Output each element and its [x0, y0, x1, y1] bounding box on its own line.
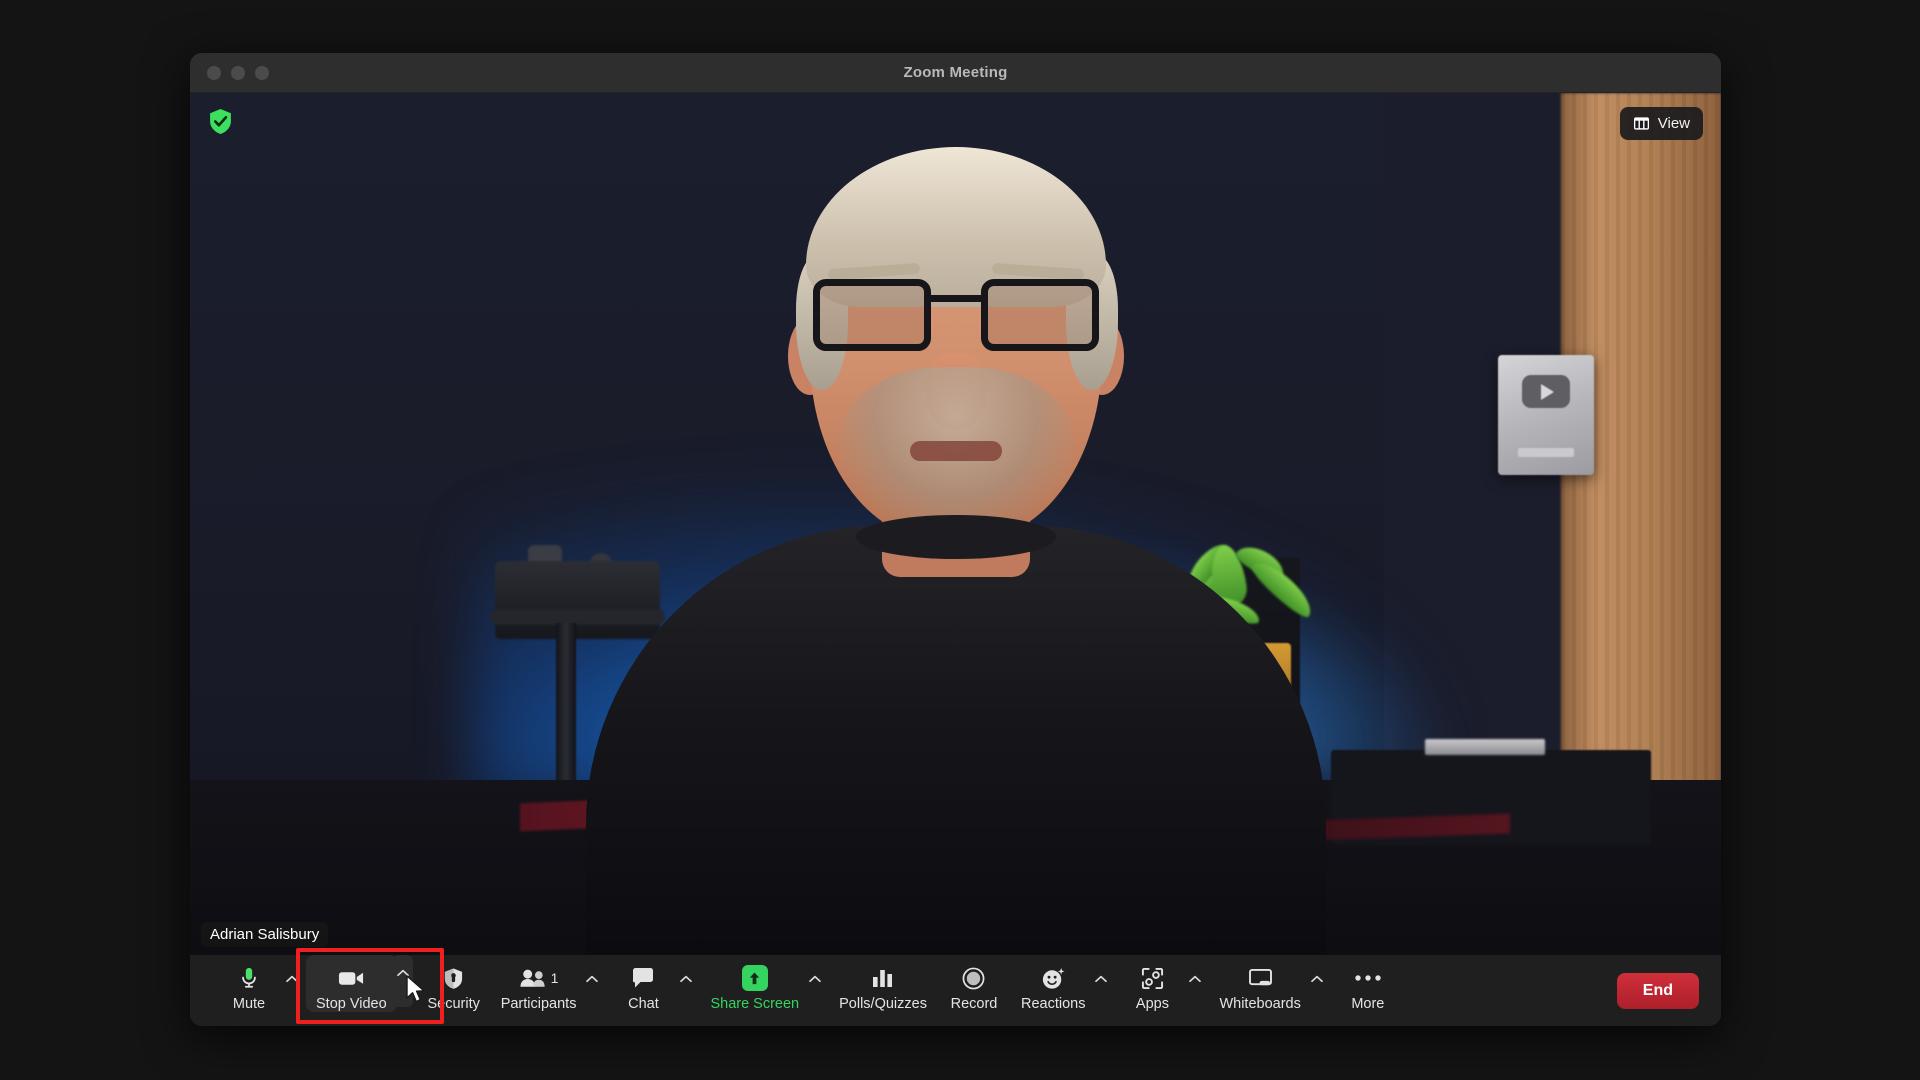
- whiteboard-icon: [1248, 963, 1273, 993]
- apps-icon: [1141, 963, 1164, 993]
- bar-chart-icon: [872, 963, 894, 993]
- toolbar-group-whiteboards: Whiteboards: [1209, 955, 1330, 1012]
- toolbar-group-chat: Chat: [606, 955, 700, 1012]
- participant-name-label: Adrian Salisbury: [201, 922, 328, 947]
- stop-video-button[interactable]: Stop Video: [306, 955, 397, 1012]
- zoom-meeting-window: Zoom Meeting: [190, 53, 1721, 1026]
- mouth: [910, 441, 1002, 461]
- youtube-logo-icon: [1522, 375, 1570, 408]
- security-label: Security: [427, 996, 479, 1012]
- layout-grid-icon: [1633, 116, 1650, 131]
- apps-label: Apps: [1136, 996, 1169, 1012]
- shirt-collar: [856, 515, 1056, 559]
- glasses-bridge: [931, 295, 981, 302]
- chat-bubble-icon: [631, 963, 655, 993]
- lens-left: [813, 279, 931, 351]
- toolbar-group-mute: Mute: [212, 955, 306, 1012]
- mute-button[interactable]: Mute: [212, 955, 286, 1012]
- book-on-desk: [1425, 739, 1545, 755]
- more-label: More: [1351, 996, 1384, 1012]
- view-button[interactable]: View: [1620, 107, 1703, 140]
- participant-video-figure: [576, 145, 1336, 955]
- stop-video-label: Stop Video: [316, 996, 387, 1012]
- toolbar-group-stop-video: Stop Video: [306, 955, 417, 1012]
- window-title: Zoom Meeting: [190, 64, 1721, 81]
- record-circle-icon: [962, 963, 985, 993]
- share-screen-button[interactable]: Share Screen: [700, 955, 809, 1012]
- screen: Zoom Meeting: [0, 0, 1920, 1080]
- ellipsis-icon: [1355, 963, 1381, 993]
- youtube-play-button-plaque: [1498, 355, 1594, 475]
- polls-quizzes-button[interactable]: Polls/Quizzes: [829, 955, 937, 1012]
- meeting-toolbar: Mute Stop Vid: [190, 955, 1721, 1026]
- toolbar-group-apps: Apps: [1115, 955, 1209, 1012]
- video-stage[interactable]: View Adrian Salisbury: [190, 93, 1721, 955]
- title-bar: Zoom Meeting: [190, 53, 1721, 93]
- toolbar-group-participants: 1 Participants: [491, 955, 607, 1012]
- view-button-label: View: [1658, 115, 1690, 132]
- plaque-text: [1518, 448, 1574, 457]
- shield-icon: [443, 963, 464, 993]
- mute-label: Mute: [233, 996, 265, 1012]
- end-meeting-button[interactable]: End: [1617, 973, 1699, 1009]
- people-icon: 1: [519, 963, 559, 993]
- torso-black-shirt: [586, 525, 1326, 955]
- polls-quizzes-label: Polls/Quizzes: [839, 996, 927, 1012]
- lens-right: [981, 279, 1099, 351]
- toolbar-group-share-screen: Share Screen: [700, 955, 829, 1012]
- reactions-button[interactable]: Reactions: [1011, 955, 1095, 1012]
- participants-label: Participants: [501, 996, 577, 1012]
- whiteboards-button[interactable]: Whiteboards: [1209, 955, 1310, 1012]
- toolbar-group-reactions: Reactions: [1011, 955, 1115, 1012]
- chat-label: Chat: [628, 996, 659, 1012]
- chat-button[interactable]: Chat: [606, 955, 680, 1012]
- more-button[interactable]: More: [1331, 955, 1405, 1012]
- toolbar-items: Mute Stop Vid: [190, 955, 1405, 1026]
- whiteboards-label: Whiteboards: [1219, 996, 1300, 1012]
- apps-button[interactable]: Apps: [1115, 955, 1189, 1012]
- record-button[interactable]: Record: [937, 955, 1011, 1012]
- smiley-sparkle-icon: [1041, 963, 1066, 993]
- record-label: Record: [951, 996, 998, 1012]
- reactions-label: Reactions: [1021, 996, 1085, 1012]
- participants-button[interactable]: 1 Participants: [491, 955, 587, 1012]
- share-up-arrow-icon: [742, 963, 768, 993]
- video-camera-icon: [338, 963, 365, 993]
- microphone-icon: [238, 963, 260, 993]
- security-button[interactable]: Security: [417, 955, 491, 1012]
- eyeglasses: [813, 279, 1099, 355]
- share-screen-label: Share Screen: [710, 996, 799, 1012]
- shield-check-icon[interactable]: [208, 108, 233, 135]
- participants-count: 1: [551, 970, 559, 986]
